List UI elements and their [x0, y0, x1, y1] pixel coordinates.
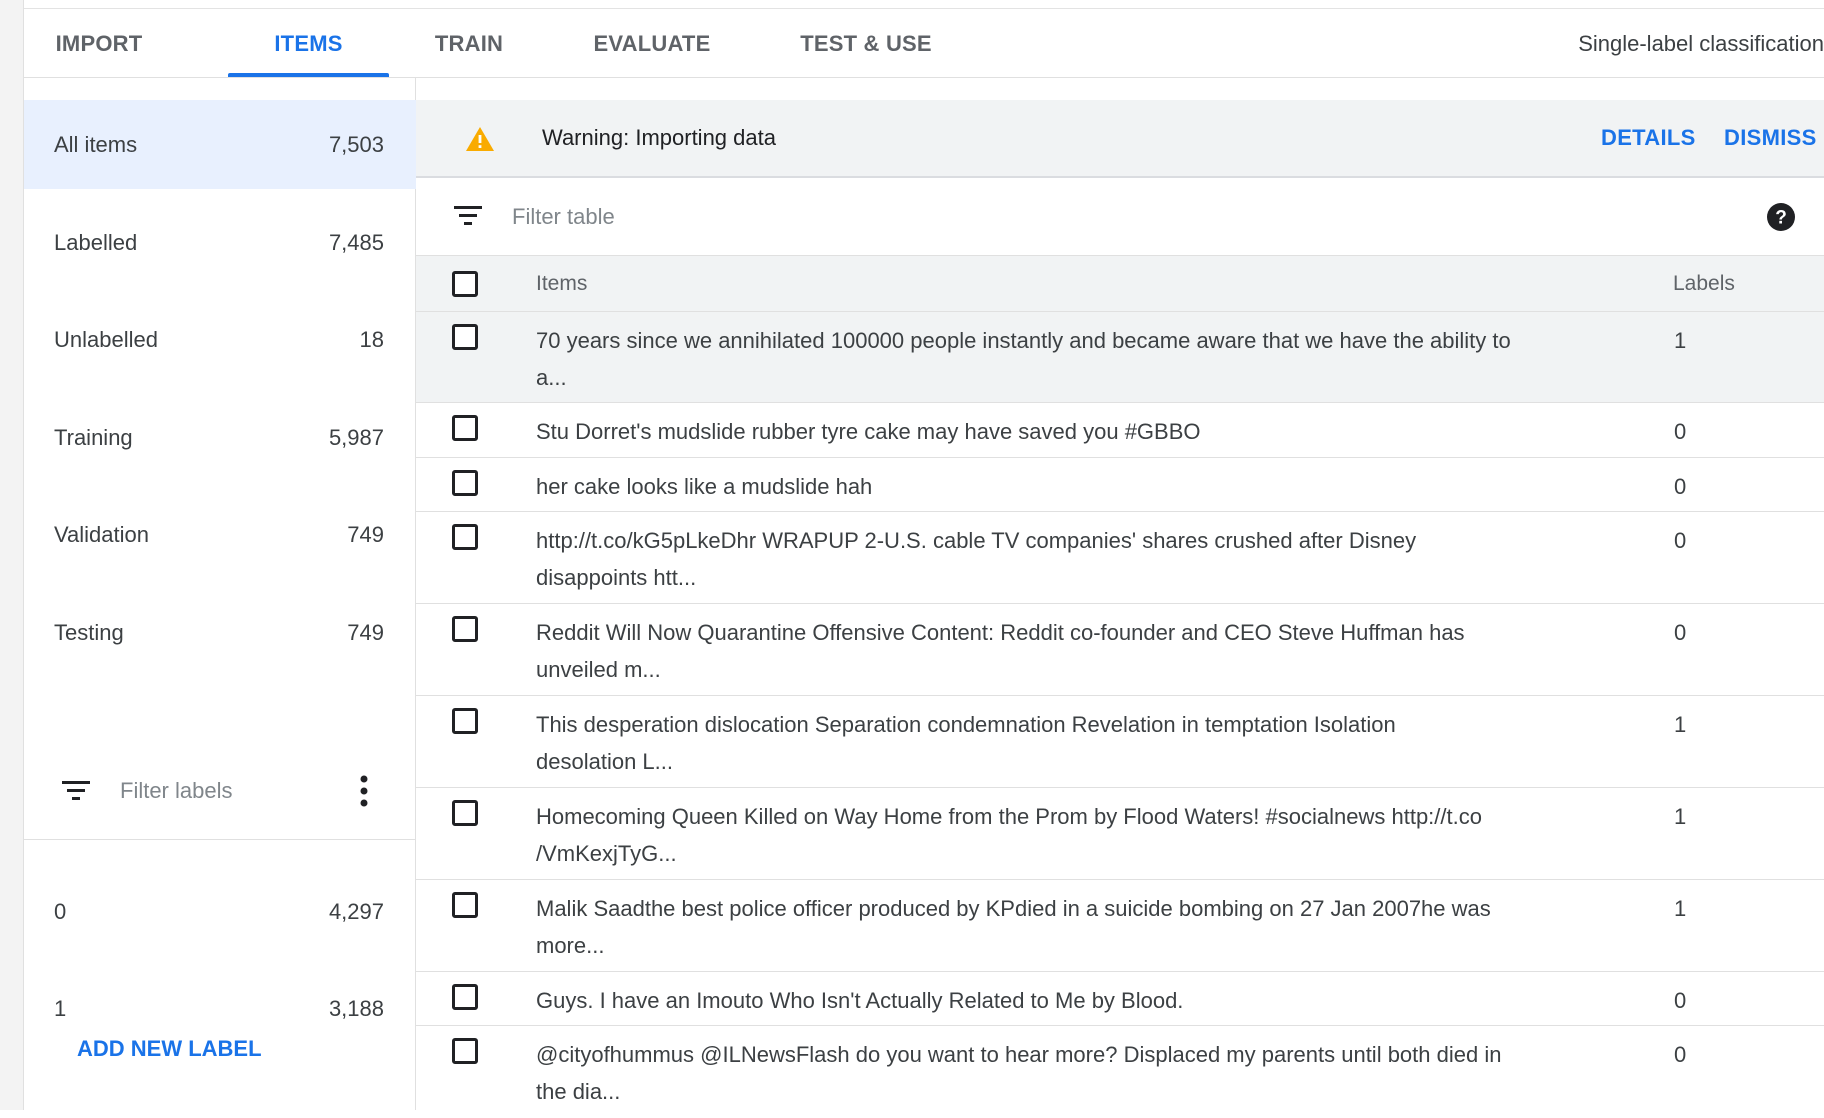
sidebar-label-name: 0: [54, 899, 67, 924]
item-text[interactable]: @cityofhummus @ILNewsFlash do you want t…: [536, 1036, 1626, 1110]
table-row[interactable]: Malik Saadthe best police officer produc…: [416, 880, 1824, 972]
item-label: 1: [1674, 328, 1687, 353]
item-text[interactable]: Malik Saadthe best police officer produc…: [536, 890, 1626, 964]
select-all-checkbox[interactable]: [452, 271, 478, 297]
sidebar-item-labelled[interactable]: Labelled 7,485: [24, 198, 416, 287]
items-table: Items Labels 70 years since we annihilat…: [416, 256, 1824, 1118]
help-icon[interactable]: ?: [1766, 202, 1796, 237]
row-checkbox[interactable]: [452, 324, 478, 350]
tab-import[interactable]: IMPORT: [34, 8, 164, 77]
sidebar-item-validation[interactable]: Validation 749: [24, 490, 416, 579]
table-header: Items Labels: [416, 256, 1824, 312]
sidebar-item-count: 5,987: [328, 425, 384, 450]
sidebar-item-label: Training: [54, 425, 133, 450]
sidebar-label-name: 1: [54, 996, 67, 1021]
filter-table-input[interactable]: [510, 196, 1114, 238]
sidebar-item-label: Unlabelled: [54, 327, 158, 352]
row-checkbox[interactable]: [452, 524, 478, 550]
row-checkbox[interactable]: [452, 984, 478, 1010]
sidebar-item-count: 18: [359, 327, 384, 352]
table-row[interactable]: Stu Dorret's mudslide rubber tyre cake m…: [416, 403, 1824, 458]
filter-labels-bar: [24, 742, 416, 840]
sidebar-item-count: 7,485: [328, 230, 384, 255]
table-row[interactable]: @cityofhummus @ILNewsFlash do you want t…: [416, 1026, 1824, 1118]
tab-items[interactable]: ITEMS: [228, 8, 389, 77]
sidebar-item-label: Labelled: [54, 230, 138, 255]
sidebar-item-count: 7,503: [328, 132, 384, 157]
item-text[interactable]: her cake looks like a mudslide hah: [536, 468, 1626, 505]
add-new-label-button[interactable]: ADD NEW LABEL: [77, 1036, 262, 1062]
sidebar-label-count: 3,188: [328, 996, 384, 1021]
item-text[interactable]: http://t.co/kG5pLkeDhr WRAPUP 2-U.S. cab…: [536, 522, 1626, 596]
dismiss-button[interactable]: DISMISS: [1724, 100, 1817, 176]
column-header-labels[interactable]: Labels: [1673, 256, 1735, 312]
more-options-icon[interactable]: [354, 774, 374, 808]
tab-test-and-use[interactable]: TEST & USE: [774, 8, 958, 77]
sidebar-item-label: Testing: [54, 620, 124, 645]
tab-train[interactable]: TRAIN: [410, 8, 528, 77]
active-tab-indicator: [228, 73, 389, 77]
sidebar-item-label: All items: [54, 132, 138, 157]
tab-bar: IMPORT ITEMS TRAIN EVALUATE TEST & USE S…: [24, 8, 1824, 78]
item-text[interactable]: Stu Dorret's mudslide rubber tyre cake m…: [536, 413, 1626, 450]
item-text[interactable]: Reddit Will Now Quarantine Offensive Con…: [536, 614, 1626, 688]
warning-message: Warning: Importing data: [542, 125, 776, 150]
item-label: 1: [1674, 896, 1687, 921]
item-label: 0: [1674, 419, 1687, 444]
row-checkbox[interactable]: [452, 1038, 478, 1064]
sidebar-item-all-items[interactable]: All items 7,503: [24, 100, 416, 189]
item-text[interactable]: 70 years since we annihilated 100000 peo…: [536, 322, 1626, 396]
sidebar-item-count: 749: [347, 620, 384, 645]
sidebar-item-training[interactable]: Training 5,987: [24, 393, 416, 482]
item-label: 0: [1674, 1042, 1687, 1067]
svg-text:?: ?: [1775, 208, 1787, 229]
model-type-label: Single-label classification: [1578, 31, 1824, 56]
filter-icon: [62, 781, 90, 806]
table-row[interactable]: Guys. I have an Imouto Who Isn't Actuall…: [416, 972, 1824, 1026]
column-header-items[interactable]: Items: [536, 256, 587, 312]
warning-banner: Warning: Importing data DETAILS DISMISS: [416, 100, 1824, 178]
filter-labels-input[interactable]: [118, 770, 342, 812]
sidebar-label-count: 4,297: [328, 899, 384, 924]
item-label: 1: [1674, 804, 1687, 829]
items-main-panel: Warning: Importing data DETAILS DISMISS …: [416, 78, 1824, 1110]
row-checkbox[interactable]: [452, 892, 478, 918]
row-checkbox[interactable]: [452, 616, 478, 642]
table-row[interactable]: 70 years since we annihilated 100000 peo…: [416, 312, 1824, 403]
table-row[interactable]: http://t.co/kG5pLkeDhr WRAPUP 2-U.S. cab…: [416, 512, 1824, 604]
item-label: 0: [1674, 528, 1687, 553]
warning-icon: [466, 127, 494, 156]
row-checkbox[interactable]: [452, 470, 478, 496]
table-row[interactable]: Homecoming Queen Killed on Way Home from…: [416, 788, 1824, 880]
item-text[interactable]: This desperation dislocation Separation …: [536, 706, 1626, 780]
sidebar-label-0[interactable]: 0 4,297: [24, 867, 416, 956]
item-text[interactable]: Guys. I have an Imouto Who Isn't Actuall…: [536, 982, 1626, 1019]
sidebar-item-label: Validation: [54, 522, 149, 547]
filter-table-bar: ?: [416, 178, 1824, 256]
table-row[interactable]: her cake looks like a mudslide hah 0: [416, 458, 1824, 512]
sidebar-item-count: 749: [347, 522, 384, 547]
left-frame-edge: [0, 0, 24, 1110]
sidebar-item-unlabelled[interactable]: Unlabelled 18: [24, 295, 416, 384]
sidebar-item-testing[interactable]: Testing 749: [24, 588, 416, 677]
item-text[interactable]: Homecoming Queen Killed on Way Home from…: [536, 798, 1626, 872]
item-label: 0: [1674, 474, 1687, 499]
item-label: 0: [1674, 620, 1687, 645]
filter-icon: [454, 206, 482, 231]
details-button[interactable]: DETAILS: [1601, 100, 1696, 176]
table-row[interactable]: Reddit Will Now Quarantine Offensive Con…: [416, 604, 1824, 696]
row-checkbox[interactable]: [452, 800, 478, 826]
table-row[interactable]: This desperation dislocation Separation …: [416, 696, 1824, 788]
tab-evaluate[interactable]: EVALUATE: [568, 8, 736, 77]
row-checkbox[interactable]: [452, 708, 478, 734]
item-label: 0: [1674, 988, 1687, 1013]
row-checkbox[interactable]: [452, 415, 478, 441]
item-label: 1: [1674, 712, 1687, 737]
items-sidebar: All items 7,503 Labelled 7,485 Unlabelle…: [24, 78, 416, 1110]
